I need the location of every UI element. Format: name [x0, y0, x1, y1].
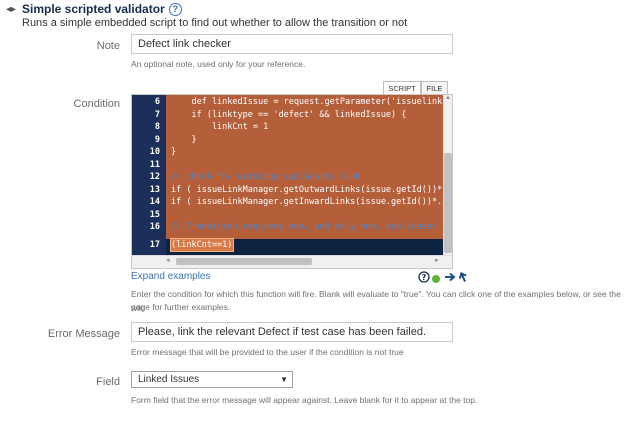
condition-help-line2: page for further examples. [131, 302, 231, 312]
validator-title-text: Simple scripted validator [22, 2, 165, 16]
code-line: if ( issueLinkManager.getOutwardLinks(is… [171, 184, 453, 195]
field-label: Field [96, 376, 120, 388]
tab-script[interactable]: SCRIPT [383, 81, 421, 95]
status-dot-icon[interactable] [431, 271, 441, 283]
code-line: def linkedIssue = request.getParameter('… [171, 97, 453, 107]
line-number: 17 [149, 240, 160, 250]
arrow-right-icon[interactable] [444, 270, 456, 282]
error-message-help: Error message that will be provided to t… [131, 347, 404, 357]
field-select-value: Linked Issues [138, 374, 200, 385]
script-editor[interactable]: 6 7 8 9 10 11 12 13 14 15 16 17 def link… [131, 94, 453, 269]
field-select[interactable]: Linked Issues ▼ [131, 371, 293, 388]
scroll-right-icon[interactable]: ▸ [435, 256, 439, 264]
validator-subtitle: Runs a simple embedded script to find ou… [22, 17, 408, 29]
svg-text:?: ? [422, 273, 427, 282]
code-line: if ( issueLinkManager.getInwardLinks(iss… [171, 197, 453, 207]
line-number: 16 [149, 222, 160, 232]
line-number: 15 [149, 209, 160, 220]
code-line: } [171, 134, 197, 145]
scroll-left-icon[interactable]: ◂ [166, 256, 170, 264]
code-line: } [171, 147, 177, 157]
error-message-label: Error Message [47, 328, 120, 340]
code-comment-line: // Transition requires one, and only one… [171, 222, 453, 232]
code-line-selected: (linkCnt==1) [170, 238, 235, 252]
line-number: 13 [149, 184, 160, 195]
arrow-up-left-icon[interactable] [457, 270, 469, 282]
code-line: linkCnt = 1 [171, 122, 269, 132]
collapse-arrow-icon[interactable]: ◂▸ [6, 4, 16, 15]
code-line: if (linktype == 'defect' && linkedIssue)… [171, 109, 407, 120]
line-number: 6 [154, 97, 160, 107]
line-number: 7 [154, 109, 160, 120]
horizontal-scroll-thumb[interactable] [176, 258, 312, 265]
help-circle-icon[interactable]: ? [418, 270, 430, 283]
vertical-scroll-thumb[interactable] [444, 153, 452, 253]
line-number: 12 [149, 172, 160, 182]
validator-title: Simple scripted validator? [22, 2, 182, 16]
help-icon[interactable]: ? [168, 3, 182, 16]
tab-file[interactable]: FILE [421, 81, 448, 95]
scroll-up-icon[interactable]: ▲ [444, 95, 452, 103]
line-number: 11 [149, 159, 160, 170]
line-number: 14 [149, 197, 160, 207]
note-label: Note [96, 40, 120, 52]
line-number: 10 [149, 147, 160, 157]
expand-examples-link[interactable]: Expand examples [131, 271, 211, 282]
note-input[interactable]: Defect link checker [131, 34, 453, 54]
error-message-input[interactable]: Please, link the relevant Defect if test… [131, 322, 453, 342]
condition-label: Condition [73, 98, 120, 110]
chevron-down-icon: ▼ [280, 375, 288, 384]
note-help: An optional note, used only for your ref… [131, 59, 306, 69]
field-help: Form field that the error message will a… [131, 395, 478, 405]
line-number: 9 [154, 134, 160, 145]
line-number: 8 [154, 122, 160, 132]
code-comment-line: // check for existing duplicates link [171, 172, 361, 182]
